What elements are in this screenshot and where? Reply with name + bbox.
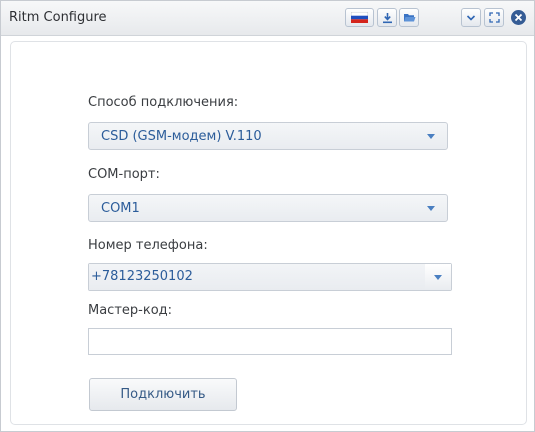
expand-icon (488, 12, 500, 23)
connect-button[interactable]: Подключить (89, 378, 237, 411)
title-bar: Ritm Configure (1, 1, 534, 36)
connection-method-select[interactable]: CSD (GSM-модем) V.110 (88, 122, 448, 150)
com-port-label: COM-порт: (88, 167, 160, 182)
chevron-down-icon (466, 14, 476, 21)
download-icon (382, 12, 392, 23)
language-button[interactable] (345, 8, 374, 27)
caret-down-icon (427, 206, 435, 211)
connection-method-label: Способ подключения: (88, 95, 239, 110)
connection-method-value: CSD (GSM-модем) V.110 (101, 129, 262, 144)
com-port-value: COM1 (101, 201, 140, 216)
master-code-input[interactable] (88, 328, 452, 355)
window-title: Ritm Configure (9, 10, 107, 25)
collapse-button[interactable] (461, 8, 481, 27)
phone-number-input[interactable]: +78123250102 (89, 264, 426, 290)
com-port-select[interactable]: COM1 (88, 194, 448, 222)
close-icon (511, 10, 526, 25)
phone-number-dropdown-button[interactable] (425, 264, 451, 290)
phone-number-combobox[interactable]: +78123250102 (88, 263, 452, 291)
caret-down-icon (434, 275, 442, 280)
russian-flag-icon (351, 12, 368, 23)
download-button[interactable] (377, 8, 397, 27)
close-button[interactable] (510, 9, 527, 30)
maximize-button[interactable] (484, 8, 504, 27)
master-code-label: Мастер-код: (88, 303, 173, 318)
ritm-configure-window: Ritm Configure Способ подключения: CSD (… (0, 0, 535, 432)
phone-number-value: +78123250102 (91, 269, 193, 284)
phone-number-label: Номер телефона: (88, 238, 208, 253)
caret-down-icon (427, 134, 435, 139)
folder-open-icon (403, 14, 415, 22)
open-button[interactable] (399, 8, 419, 27)
